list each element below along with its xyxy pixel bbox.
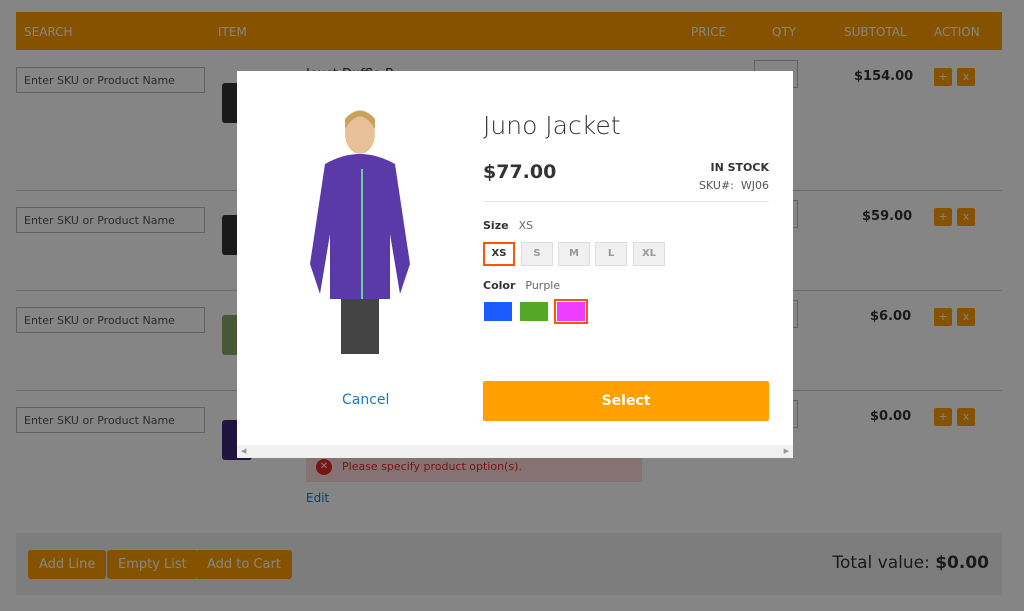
product-image: [310, 110, 410, 354]
size-option-s[interactable]: S: [521, 242, 553, 266]
color-selected: Purple: [525, 279, 561, 292]
color-swatch-purple[interactable]: [554, 299, 588, 324]
size-label-text: Size: [483, 219, 509, 232]
size-option-l[interactable]: L: [595, 242, 627, 266]
scroll-right-icon[interactable]: ▶: [784, 445, 789, 458]
horizontal-scrollbar[interactable]: ◀ ▶: [237, 445, 793, 458]
product-options-modal: Juno Jacket $77.00 IN STOCK SKU#: WJ06 S…: [237, 71, 793, 458]
sku-value: WJ06: [740, 179, 769, 192]
size-option-xs[interactable]: XS: [483, 242, 515, 266]
divider: [483, 201, 769, 202]
color-label-text: Color: [483, 279, 516, 292]
product-sku: SKU#: WJ06: [699, 179, 769, 192]
color-swatch-green[interactable]: [520, 302, 548, 321]
select-button[interactable]: Select: [483, 381, 769, 421]
product-title: Juno Jacket: [483, 111, 621, 140]
size-option-m[interactable]: M: [558, 242, 590, 266]
size-label: Size XS: [483, 219, 533, 232]
color-label: Color Purple: [483, 279, 560, 292]
size-option-xl[interactable]: XL: [633, 242, 665, 266]
color-swatch-blue[interactable]: [484, 302, 512, 321]
scroll-left-icon[interactable]: ◀: [241, 447, 246, 455]
cancel-button[interactable]: Cancel: [342, 392, 389, 408]
sku-label: SKU#:: [699, 179, 734, 192]
size-selected: XS: [518, 219, 534, 232]
stock-status: IN STOCK: [710, 161, 769, 174]
product-price: $77.00: [483, 161, 557, 183]
